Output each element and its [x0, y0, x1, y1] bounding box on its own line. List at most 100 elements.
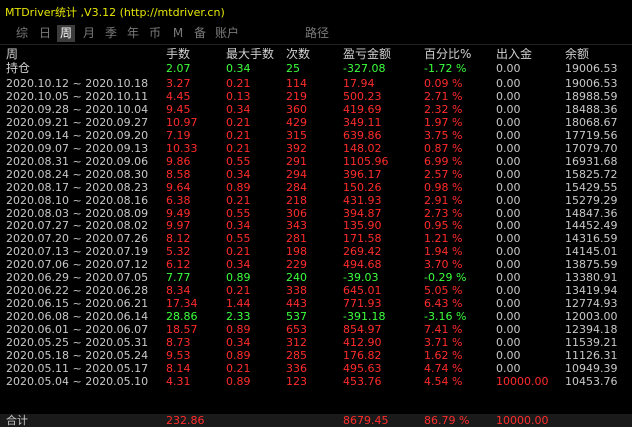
cell-pnl: 771.93 — [343, 297, 382, 310]
cell-count: 392 — [286, 142, 307, 155]
tab-m[interactable]: M — [169, 25, 187, 42]
table-row[interactable]: 2020.10.05 ~ 2020.10.11 4.45 0.13 219 500.23… — [0, 90, 632, 103]
cell-period: 2020.10.12 ~ 2020.10.18 — [6, 77, 149, 90]
cell-percent: -1.72 % — [424, 62, 467, 75]
cell-deposit: 0.00 — [496, 168, 521, 181]
cell-balance: 11126.31 — [565, 349, 618, 362]
table-row[interactable]: 2020.06.08 ~ 2020.06.14 28.86 2.33 537 -391.… — [0, 310, 632, 323]
cell-percent: -0.29 % — [424, 271, 467, 284]
total-row[interactable]: 合计 232.86 8679.45 86.79 % 10000.00 — [0, 414, 632, 427]
cell-lots: 9.86 — [166, 155, 191, 168]
cell-percent: 4.74 % — [424, 362, 463, 375]
cell-count: 537 — [286, 310, 307, 323]
tab-account[interactable]: 账户 — [215, 25, 239, 42]
cell-balance: 18488.36 — [565, 103, 618, 116]
cell-max-lots: 0.21 — [226, 116, 251, 129]
tab-overview[interactable]: 综 — [13, 25, 31, 42]
cell-count: 285 — [286, 349, 307, 362]
table-row[interactable]: 2020.07.06 ~ 2020.07.12 6.12 0.34 229 494.68… — [0, 258, 632, 271]
table-row[interactable]: 2020.06.01 ~ 2020.06.07 18.57 0.89 653 854.9… — [0, 323, 632, 336]
cell-deposit: 0.00 — [496, 194, 521, 207]
table-row[interactable]: 2020.06.22 ~ 2020.06.28 8.34 0.21 338 645.01… — [0, 284, 632, 297]
cell-deposit: 0.00 — [496, 310, 521, 323]
cell-pnl: 1105.96 — [343, 155, 389, 168]
position-row[interactable]: 持仓 2.07 0.34 25 -327.08 -1.72 % 0.00 19006.53 — [0, 62, 632, 75]
cell-max-lots: 0.89 — [226, 181, 251, 194]
table-row[interactable]: 2020.05.18 ~ 2020.05.24 9.53 0.89 285 176.82… — [0, 349, 632, 362]
cell-period: 合计 — [6, 414, 28, 427]
cell-max-lots: 2.33 — [226, 310, 251, 323]
title-bar: MTDriver统计 ,V3.12 (http://mtdriver.cn) — [0, 0, 632, 23]
cell-count: 219 — [286, 90, 307, 103]
cell-balance: 10453.76 — [565, 375, 618, 388]
table-row[interactable]: 2020.09.14 ~ 2020.09.20 7.19 0.21 315 639.86… — [0, 129, 632, 142]
cell-count: 240 — [286, 271, 307, 284]
cell-lots: 2.07 — [166, 62, 191, 75]
cell-lots: 8.73 — [166, 336, 191, 349]
cell-deposit: 0.00 — [496, 62, 521, 75]
cell-pnl: 176.82 — [343, 349, 382, 362]
cell-balance: 13875.59 — [565, 258, 618, 271]
cell-count: 315 — [286, 129, 307, 142]
cell-balance: 12394.18 — [565, 323, 618, 336]
table-row[interactable]: 2020.09.28 ~ 2020.10.04 9.45 0.34 360 419.69… — [0, 103, 632, 116]
cell-balance: 19006.53 — [565, 62, 618, 75]
cell-percent: 7.41 % — [424, 323, 463, 336]
cell-percent: 86.79 % — [424, 414, 470, 427]
table-header[interactable]: 周 手数 最大手数 次数 盈亏金额 百分比% 出入金 余额 — [0, 48, 632, 61]
cell-count: 198 — [286, 245, 307, 258]
table-row[interactable]: 2020.05.11 ~ 2020.05.17 8.14 0.21 336 495.63… — [0, 362, 632, 375]
table-row[interactable]: 2020.05.25 ~ 2020.05.31 8.73 0.34 312 412.90… — [0, 336, 632, 349]
tab-path[interactable]: 路径 — [305, 25, 329, 42]
cell-percent: 0.95 % — [424, 219, 463, 232]
cell-pnl: 150.26 — [343, 181, 382, 194]
table-row[interactable]: 2020.08.10 ~ 2020.08.16 6.38 0.21 218 431.93… — [0, 194, 632, 207]
cell-pnl: 495.63 — [343, 362, 382, 375]
cell-balance: 13419.94 — [565, 284, 618, 297]
table-row[interactable]: 2020.07.20 ~ 2020.07.26 8.12 0.55 281 171.58… — [0, 232, 632, 245]
cell-lots: 6.12 — [166, 258, 191, 271]
cell-period: 2020.09.14 ~ 2020.09.20 — [6, 129, 149, 142]
cell-count: 284 — [286, 181, 307, 194]
cell-period: 2020.07.06 ~ 2020.07.12 — [6, 258, 149, 271]
cell-lots: 232.86 — [166, 414, 205, 427]
cell-deposit: 10000.00 — [496, 375, 549, 388]
cell-count: 312 — [286, 336, 307, 349]
cell-percent: 2.32 % — [424, 103, 463, 116]
table-row[interactable]: 2020.07.13 ~ 2020.07.19 5.32 0.21 198 269.42… — [0, 245, 632, 258]
table-row[interactable]: 2020.10.12 ~ 2020.10.18 3.27 0.21 114 17.94 0… — [0, 77, 632, 90]
tab-currency[interactable]: 币 — [146, 25, 164, 42]
table-row[interactable]: 2020.06.15 ~ 2020.06.21 17.34 1.44 443 771.9… — [0, 297, 632, 310]
cell-percent: 6.43 % — [424, 297, 463, 310]
tab-year[interactable]: 年 — [124, 25, 142, 42]
cell-count: 343 — [286, 219, 307, 232]
cell-balance: 11539.21 — [565, 336, 618, 349]
cell-max-lots: 0.21 — [226, 142, 251, 155]
cell-max-lots: 0.55 — [226, 155, 251, 168]
cell-period: 2020.06.01 ~ 2020.06.07 — [6, 323, 149, 336]
table-row[interactable]: 2020.08.31 ~ 2020.09.06 9.86 0.55 291 1105.9… — [0, 155, 632, 168]
table-row[interactable]: 2020.09.07 ~ 2020.09.13 10.33 0.21 392 148.0… — [0, 142, 632, 155]
cell-max-lots: 最大手数 — [226, 48, 275, 61]
tab-quarter[interactable]: 季 — [102, 25, 120, 42]
cell-percent: 2.57 % — [424, 168, 463, 181]
cell-deposit: 0.00 — [496, 155, 521, 168]
cell-lots: 9.97 — [166, 219, 191, 232]
tab-day[interactable]: 日 — [36, 25, 54, 42]
tab-week[interactable]: 周 — [57, 25, 75, 42]
cell-count: 281 — [286, 232, 307, 245]
table-row[interactable]: 2020.05.04 ~ 2020.05.10 4.31 0.89 123 453.76… — [0, 375, 632, 388]
cell-count: 429 — [286, 116, 307, 129]
table-row[interactable]: 2020.06.29 ~ 2020.07.05 7.77 0.89 240 -39.03… — [0, 271, 632, 284]
cell-percent: 2.91 % — [424, 194, 463, 207]
table-row[interactable]: 2020.08.24 ~ 2020.08.30 8.58 0.34 294 396.17… — [0, 168, 632, 181]
tab-month[interactable]: 月 — [80, 25, 98, 42]
cell-lots: 9.64 — [166, 181, 191, 194]
table-row[interactable]: 2020.09.21 ~ 2020.09.27 10.97 0.21 429 349.1… — [0, 116, 632, 129]
table-row[interactable]: 2020.07.27 ~ 2020.08.02 9.97 0.34 343 135.90… — [0, 219, 632, 232]
tab-notes[interactable]: 备 — [191, 25, 209, 42]
cell-pnl: 269.42 — [343, 245, 382, 258]
cell-count: 653 — [286, 323, 307, 336]
cell-max-lots: 0.89 — [226, 349, 251, 362]
table-row[interactable]: 2020.08.17 ~ 2020.08.23 9.64 0.89 284 150.26… — [0, 181, 632, 194]
